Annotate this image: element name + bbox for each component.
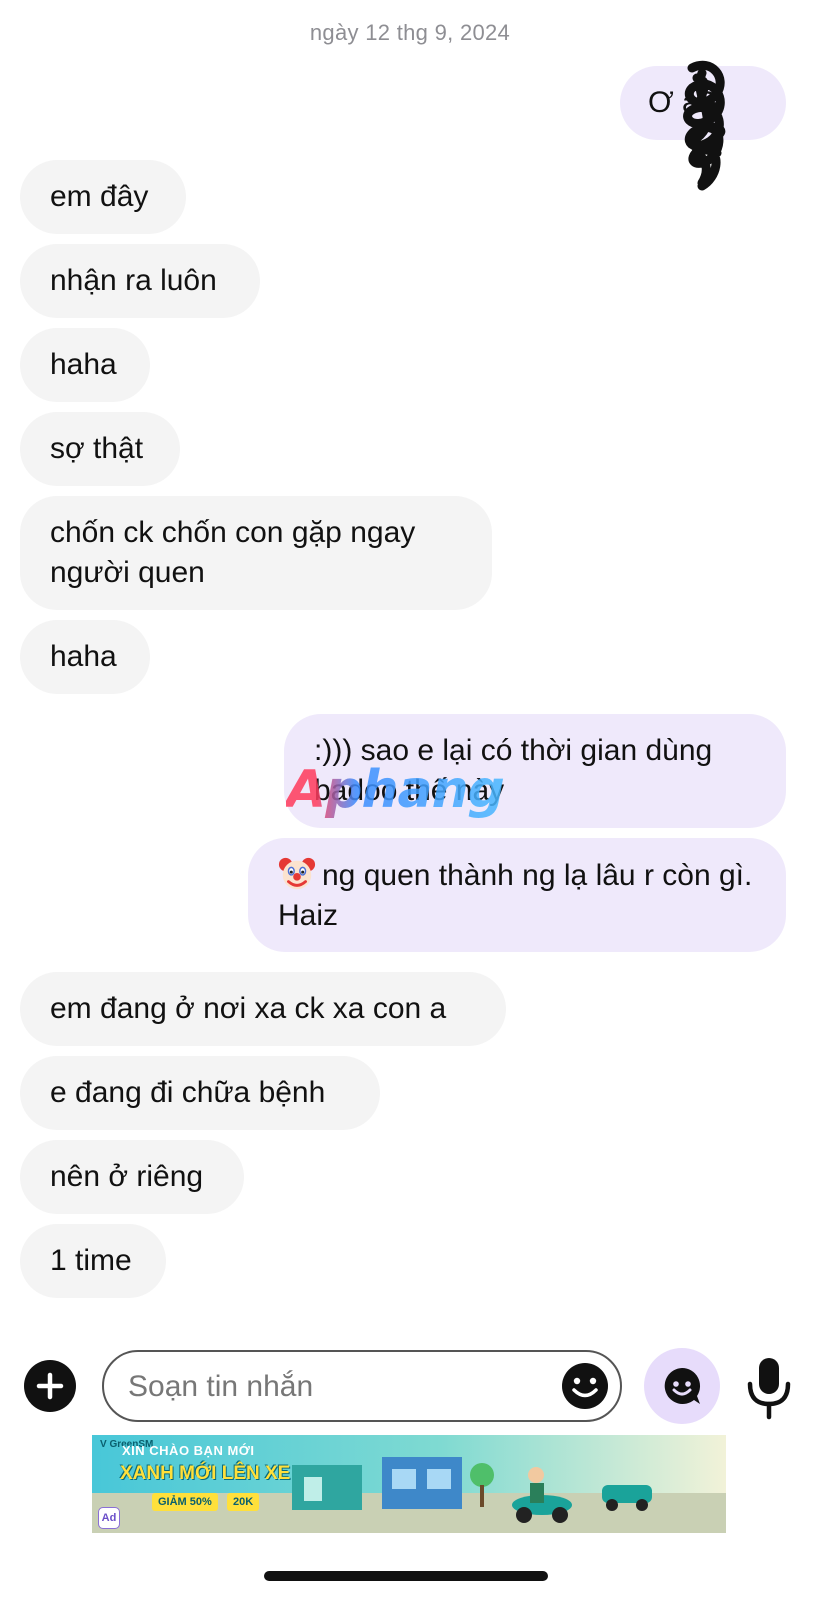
- add-attachment-button[interactable]: [24, 1360, 76, 1412]
- message-bubble-incoming[interactable]: nhận ra luôn: [20, 244, 260, 318]
- message-text: sợ thật: [50, 432, 144, 465]
- message-text: em đang ở nơi xa ck xa con a: [50, 992, 447, 1025]
- message-text: 1 time: [50, 1244, 132, 1277]
- message-bubble-incoming[interactable]: sợ thật: [20, 412, 180, 486]
- message-bubble-incoming[interactable]: em đang ở nơi xa ck xa con a: [20, 972, 506, 1046]
- message-bubble-outgoing[interactable]: ng quen thành ng lạ lâu r còn gì. Haiz: [248, 838, 786, 952]
- home-indicator[interactable]: [264, 1571, 548, 1581]
- message-text: haha: [50, 348, 117, 381]
- message-bubble-incoming[interactable]: chốn ck chốn con gặp ngay người quen: [20, 496, 492, 610]
- ad-tag: GIẢM 50%: [152, 1493, 218, 1511]
- ad-badge: Ad: [98, 1507, 120, 1529]
- ad-title: XANH MỚI LÊN XE: [120, 1463, 291, 1484]
- ad-banner[interactable]: V GreenSM XIN CHÀO BẠN MỚI XANH MỚI LÊN …: [92, 1435, 726, 1533]
- message-bubble-incoming[interactable]: haha: [20, 328, 150, 402]
- watermark-logo: Aphang: [286, 760, 505, 820]
- message-bubble-incoming[interactable]: 1 time: [20, 1224, 166, 1298]
- date-header: ngày 12 thg 9, 2024: [309, 20, 511, 45]
- message-bubble-incoming[interactable]: em đây: [20, 160, 186, 234]
- clown-face-icon: [278, 857, 316, 890]
- plus-icon: [36, 1372, 64, 1400]
- chat-face-icon: [664, 1368, 701, 1404]
- ad-headline: XIN CHÀO BẠN MỚI: [122, 1443, 255, 1458]
- ad-tag: 20K: [227, 1493, 260, 1511]
- message-bubble-incoming[interactable]: nên ở riêng: [20, 1140, 244, 1214]
- message-composer[interactable]: [102, 1350, 622, 1422]
- message-text: chốn ck chốn con gặp ngay người quen: [50, 516, 416, 589]
- message-text: nhận ra luôn: [50, 264, 217, 297]
- message-input[interactable]: [126, 1366, 530, 1408]
- message-text: haha: [50, 640, 117, 673]
- emoji-picker-icon[interactable]: [560, 1361, 610, 1411]
- sticker-button[interactable]: [644, 1348, 720, 1424]
- message-text: ng quen thành ng lạ lâu r còn gì. Haiz: [278, 859, 753, 932]
- redaction-scribble: [683, 60, 726, 191]
- message-text: nên ở riêng: [50, 1160, 204, 1193]
- message-text: em đây: [50, 180, 149, 213]
- message-bubble-incoming[interactable]: haha: [20, 620, 150, 694]
- message-bubble-incoming[interactable]: e đang đi chữa bệnh: [20, 1056, 380, 1130]
- microphone-icon[interactable]: [744, 1356, 794, 1420]
- message-text: e đang đi chữa bệnh: [50, 1076, 326, 1109]
